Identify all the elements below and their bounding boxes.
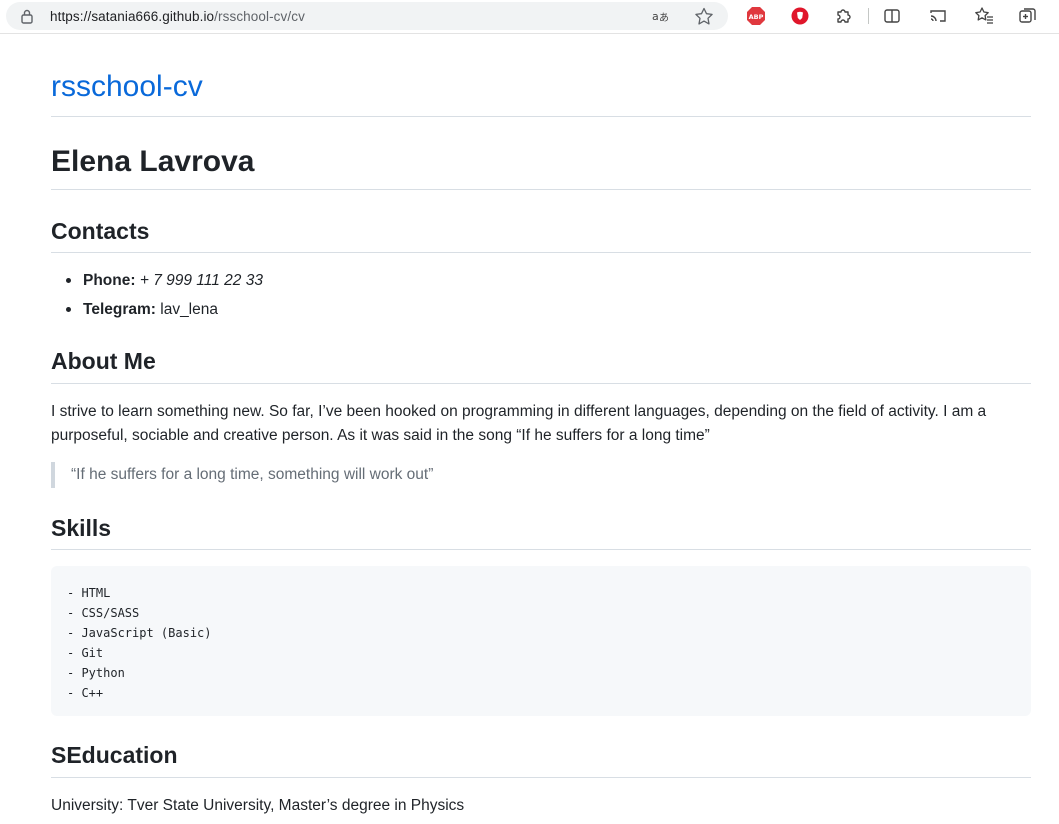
skills-code-block: - HTML - CSS/SASS - JavaScript (Basic) -… xyxy=(51,566,1031,716)
split-screen-icon[interactable] xyxy=(882,6,902,26)
skill-item: - Python xyxy=(67,666,125,680)
favorites-icon[interactable] xyxy=(974,6,994,26)
cast-icon[interactable] xyxy=(928,6,948,26)
adblock-icon[interactable]: ABP xyxy=(746,6,766,26)
toolbar-divider xyxy=(868,8,869,24)
skills-divider xyxy=(51,549,1031,550)
browser-toolbar: https://satania666.github.io/rsschool-cv… xyxy=(0,0,1059,34)
education-divider xyxy=(51,777,1031,778)
about-divider xyxy=(51,383,1031,384)
url-text[interactable]: https://satania666.github.io/rsschool-cv… xyxy=(50,9,305,24)
skill-item: - CSS/SASS xyxy=(67,606,140,620)
about-heading: About Me xyxy=(51,348,156,374)
skill-item: - HTML xyxy=(67,586,111,600)
page-title: Elena Lavrova xyxy=(51,145,255,178)
svg-text:ABP: ABP xyxy=(749,13,764,21)
url-host: https://satania666.github.io xyxy=(50,9,215,24)
extensions-icon[interactable] xyxy=(834,6,854,26)
svg-text:a: a xyxy=(652,10,659,23)
url-path: /rsschool-cv/cv xyxy=(214,9,305,24)
lock-icon[interactable] xyxy=(20,8,34,24)
contact-value: + 7 999 111 22 33 xyxy=(139,272,263,289)
contacts-divider xyxy=(51,252,1031,253)
address-bar[interactable]: https://satania666.github.io/rsschool-cv… xyxy=(6,2,728,30)
contacts-heading: Contacts xyxy=(51,218,150,244)
opera-icon[interactable] xyxy=(790,6,810,26)
title-divider xyxy=(51,189,1031,190)
contact-telegram: Telegram: lav_lena xyxy=(66,299,263,328)
translate-icon[interactable]: a あ xyxy=(652,7,672,25)
site-title-link[interactable]: rsschool-cv xyxy=(51,70,203,104)
skill-item: - JavaScript (Basic) xyxy=(67,626,212,640)
svg-text:あ: あ xyxy=(659,12,669,24)
contact-value: lav_lena xyxy=(160,301,218,318)
collections-icon[interactable] xyxy=(1018,6,1038,26)
education-heading: SEducation xyxy=(51,742,178,768)
about-text: I strive to learn something new. So far,… xyxy=(51,403,987,444)
education-text: University: Tver State University, Maste… xyxy=(51,797,465,814)
skill-item: - C++ xyxy=(67,686,104,700)
star-icon[interactable] xyxy=(694,7,714,25)
contact-label: Phone: xyxy=(83,272,136,289)
skills-heading: Skills xyxy=(51,515,112,541)
contact-phone: Phone: + 7 999 111 22 33 xyxy=(66,270,263,299)
header-divider xyxy=(51,116,1031,117)
skill-item: - Git xyxy=(67,646,104,660)
contacts-list: Phone: + 7 999 111 22 33 Telegram: lav_l… xyxy=(66,270,263,328)
about-quote: “If he suffers for a long time, somethin… xyxy=(51,462,1031,488)
contact-label: Telegram: xyxy=(83,301,156,318)
